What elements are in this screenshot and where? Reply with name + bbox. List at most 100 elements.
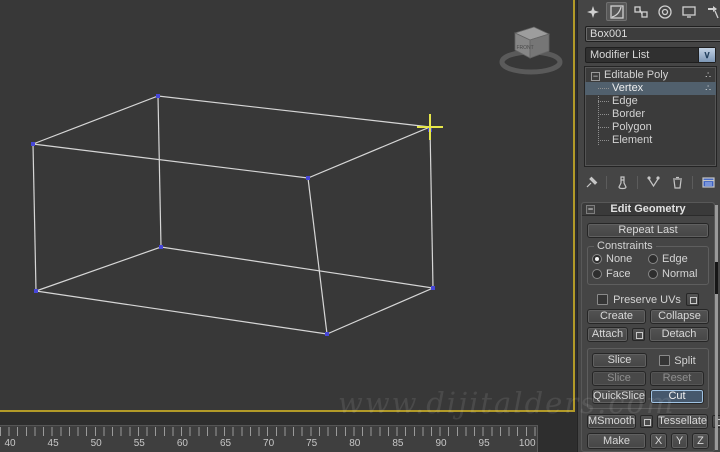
motion-icon: [657, 4, 672, 19]
modify-icon: [609, 4, 624, 19]
timeline-frame-label: 85: [392, 438, 404, 449]
tab-create[interactable]: [582, 2, 603, 21]
panel-scrollbar-thumb[interactable]: [715, 262, 718, 294]
stack-item-border[interactable]: Border: [585, 108, 716, 121]
rollout-body: Repeat Last Constraints None Edge Face N…: [582, 216, 720, 449]
object-name-field[interactable]: [585, 26, 720, 42]
make-planar-z-button[interactable]: Z: [692, 433, 709, 449]
constraint-normal-radio[interactable]: Normal: [648, 268, 704, 280]
msmooth-button[interactable]: MSmooth: [587, 414, 637, 429]
remove-modifier-button[interactable]: [668, 173, 686, 191]
constraint-none-radio[interactable]: None: [592, 253, 648, 265]
command-panel-tabs: [582, 1, 720, 22]
stack-item-vertex[interactable]: Vertex ∴: [585, 82, 716, 95]
stack-item-element[interactable]: Element: [585, 134, 716, 147]
modifier-list-dropdown[interactable]: Modifier List ∨: [585, 47, 716, 63]
radio-label: Edge: [662, 253, 688, 265]
toolbar-separator: [606, 175, 607, 189]
make-unique-button[interactable]: [644, 173, 662, 191]
radio-label: Normal: [662, 268, 698, 280]
preserve-uvs-checkbox[interactable]: [597, 294, 609, 305]
stack-item-label: Editable Poly: [604, 69, 669, 81]
reset-plane-button[interactable]: Reset Plane: [650, 371, 704, 386]
timeline-ticks: [0, 427, 537, 436]
subobject-active-indicator-icon: ∴: [705, 83, 712, 93]
timeline-frame-label: 60: [176, 438, 188, 449]
remove-modifier-icon: [672, 176, 682, 189]
edit-geometry-rollout: − Edit Geometry Repeat Last Constraints …: [581, 202, 720, 452]
tab-motion[interactable]: [654, 2, 675, 21]
modifier-stack-toolbar: [582, 171, 717, 193]
pin-stack-button[interactable]: [582, 173, 600, 191]
constraint-edge-radio[interactable]: Edge: [648, 253, 704, 265]
box-edges: [32, 95, 436, 335]
collapse-stack-icon[interactable]: −: [591, 72, 600, 81]
attach-button[interactable]: Attach: [587, 327, 628, 342]
preserve-uvs-label: Preserve UVs: [613, 293, 681, 306]
timeline-frame-label: 95: [478, 438, 490, 449]
timeline-ruler[interactable]: 40 45 50 55 60 65 70 75 80 85 90 95 100: [0, 425, 538, 452]
modifier-list-label: Modifier List: [590, 49, 650, 61]
modifier-stack-list[interactable]: − Editable Poly ∴ Vertex ∴ Edge Border Polygon E…: [584, 66, 717, 167]
display-icon: [681, 5, 696, 18]
stack-item-polygon[interactable]: Polygon: [585, 121, 716, 134]
toolbar-separator: [637, 175, 638, 189]
show-end-result-icon: [617, 175, 627, 189]
detach-button[interactable]: Detach: [649, 327, 709, 342]
stack-item-label: Vertex: [612, 82, 644, 94]
split-checkbox[interactable]: [659, 355, 671, 366]
object-name-row: [585, 26, 720, 42]
collapse-rollout-button[interactable]: −: [586, 205, 595, 214]
timeline-frame-label: 40: [4, 438, 16, 449]
perspective-viewport[interactable]: FRONT: [0, 0, 575, 412]
toolbar-separator: [692, 175, 693, 189]
radio-icon: [648, 269, 658, 279]
cut-button[interactable]: Cut: [650, 389, 704, 404]
make-planar-y-button[interactable]: Y: [671, 433, 688, 449]
track-bar-area: 40 45 50 55 60 65 70 75 80 85 90 95 100: [0, 414, 576, 452]
constraints-group: Constraints None Edge Face Normal: [587, 240, 709, 285]
slice-plane-button[interactable]: Slice Plane: [592, 353, 647, 368]
viewcube[interactable]: FRONT: [495, 20, 567, 76]
utilities-icon: [707, 5, 719, 18]
repeat-last-button[interactable]: Repeat Last: [587, 223, 709, 238]
slice-group: Slice Plane Split Slice Reset Plane Quic…: [587, 348, 709, 409]
radio-label: Face: [606, 268, 631, 280]
show-end-result-button[interactable]: [613, 173, 631, 191]
quickslice-button[interactable]: QuickSlice: [592, 389, 646, 404]
viewcube-front-label: FRONT: [517, 45, 534, 51]
timeline-frame-label: 75: [306, 438, 318, 449]
make-planar-button[interactable]: Make Planar: [587, 433, 646, 449]
stack-item-edge[interactable]: Edge: [585, 95, 716, 108]
radio-icon: [648, 254, 658, 264]
chevron-down-icon[interactable]: ∨: [698, 48, 715, 62]
msmooth-settings-button[interactable]: [640, 415, 654, 428]
preserve-uvs-settings-button[interactable]: [685, 293, 699, 306]
command-panel: Modifier List ∨ −Editable Poly∴Vertex ∴ Ed…: [577, 0, 720, 452]
tab-modify[interactable]: [606, 2, 627, 21]
configure-modifier-sets-button[interactable]: [699, 173, 717, 191]
attach-settings-button[interactable]: [632, 328, 645, 341]
create-button[interactable]: Create: [587, 309, 646, 324]
configure-modifier-sets-icon: [701, 176, 715, 188]
stack-item-editable-poly[interactable]: − Editable Poly ∴: [585, 69, 716, 82]
create-icon: [586, 5, 599, 18]
tessellate-button[interactable]: Tessellate: [657, 414, 708, 429]
panel-scrollbar[interactable]: [715, 205, 718, 450]
collapse-button[interactable]: Collapse: [650, 309, 709, 324]
make-planar-x-button[interactable]: X: [650, 433, 667, 449]
timeline-frame-label: 55: [133, 438, 145, 449]
constraint-face-radio[interactable]: Face: [592, 268, 648, 280]
timeline-frame-label: 100: [518, 438, 536, 449]
timeline-frame-label: 90: [435, 438, 447, 449]
tab-hierarchy[interactable]: [630, 2, 651, 21]
tab-utilities[interactable]: [702, 2, 720, 21]
timeline-frame-label: 70: [263, 438, 275, 449]
radio-icon: [592, 254, 602, 264]
timeline-frame-label: 80: [349, 438, 361, 449]
tab-display[interactable]: [678, 2, 699, 21]
timeline-frame-label: 50: [90, 438, 102, 449]
stack-item-label: Polygon: [612, 121, 652, 133]
rollout-header[interactable]: − Edit Geometry: [582, 203, 714, 216]
slice-button[interactable]: Slice: [592, 371, 646, 386]
